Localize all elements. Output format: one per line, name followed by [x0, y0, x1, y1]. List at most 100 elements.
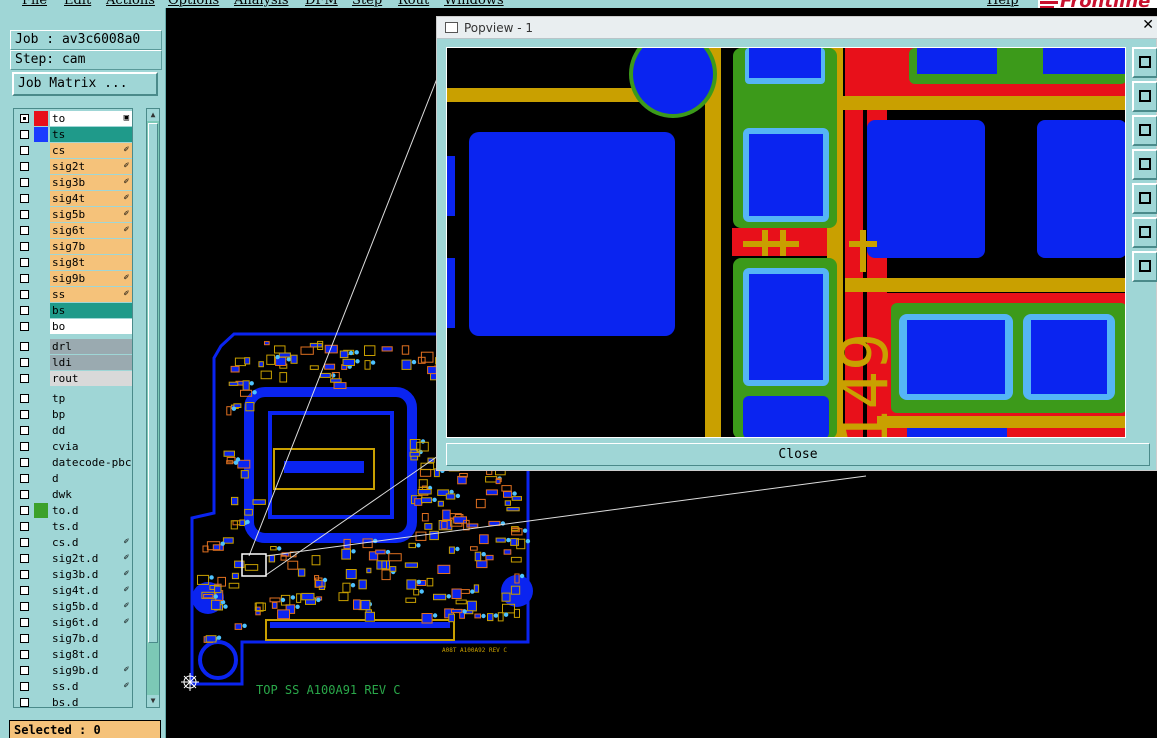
layer-checkbox[interactable] — [20, 130, 29, 139]
layer-row-drl[interactable]: drl — [16, 339, 132, 354]
layer-checkbox[interactable] — [20, 522, 29, 531]
layer-color-swatch[interactable] — [34, 535, 48, 550]
layer-row-ss[interactable]: ss ✐ — [16, 287, 132, 302]
layer-color-swatch[interactable] — [34, 615, 48, 630]
layer-row-sig4t[interactable]: sig4t ✐ — [16, 191, 132, 206]
layer-row-cs[interactable]: cs ✐ — [16, 143, 132, 158]
pan-up-icon[interactable] — [1132, 81, 1157, 112]
layer-color-swatch[interactable] — [34, 567, 48, 582]
layer-row-ts.d[interactable]: ts.d — [16, 519, 132, 534]
popview-zoom-view[interactable]: 149 — [446, 47, 1126, 438]
layer-row-sig3b.d[interactable]: sig3b.d ✐ — [16, 567, 132, 582]
layer-row-sig5b[interactable]: sig5b ✐ — [16, 207, 132, 222]
layer-color-swatch[interactable] — [34, 423, 48, 438]
layer-checkbox[interactable] — [20, 698, 29, 707]
layer-checkbox[interactable] — [20, 162, 29, 171]
layer-checkbox[interactable] — [20, 274, 29, 283]
layer-row-tp[interactable]: tp — [16, 391, 132, 406]
layer-color-swatch[interactable] — [34, 239, 48, 254]
layer-color-swatch[interactable] — [34, 551, 48, 566]
layer-color-swatch[interactable] — [34, 371, 48, 386]
layer-row-ldi[interactable]: ldi — [16, 355, 132, 370]
layer-row-bs.d[interactable]: bs.d — [16, 695, 132, 707]
layer-color-swatch[interactable] — [34, 303, 48, 318]
layer-row-sig3b[interactable]: sig3b ✐ — [16, 175, 132, 190]
layer-row-dwk[interactable]: dwk — [16, 487, 132, 502]
layer-row-dd[interactable]: dd — [16, 423, 132, 438]
layer-checkbox[interactable] — [20, 570, 29, 579]
layer-checkbox[interactable] — [20, 410, 29, 419]
layer-checkbox[interactable] — [20, 634, 29, 643]
layer-color-swatch[interactable] — [34, 339, 48, 354]
close-button[interactable]: Close — [446, 443, 1150, 466]
layer-checkbox[interactable] — [20, 666, 29, 675]
layer-checkbox[interactable] — [20, 194, 29, 203]
layer-row-ss.d[interactable]: ss.d ✐ — [16, 679, 132, 694]
scroll-thumb[interactable] — [148, 123, 158, 643]
layer-color-swatch[interactable] — [34, 695, 48, 707]
pan-down-icon[interactable] — [1132, 115, 1157, 146]
layer-row-cs.d[interactable]: cs.d ✐ — [16, 535, 132, 550]
menu-item-step[interactable]: Step — [352, 0, 382, 8]
layer-checkbox[interactable] — [20, 394, 29, 403]
layer-checkbox[interactable] — [20, 618, 29, 627]
layer-color-swatch[interactable] — [34, 319, 48, 334]
layer-checkbox[interactable] — [20, 458, 29, 467]
menu-item-dfm[interactable]: DFM — [305, 0, 338, 8]
layer-row-cvia[interactable]: cvia — [16, 439, 132, 454]
layer-checkbox[interactable] — [20, 114, 29, 123]
layer-row-d[interactable]: d — [16, 471, 132, 486]
layer-color-swatch[interactable] — [34, 519, 48, 534]
close-icon[interactable]: ✕ — [1142, 17, 1154, 33]
zoom-home-icon[interactable] — [1132, 47, 1157, 78]
layer-checkbox[interactable] — [20, 474, 29, 483]
layer-checkbox[interactable] — [20, 538, 29, 547]
layer-row-sig9b[interactable]: sig9b ✐ — [16, 271, 132, 286]
layer-row-rout[interactable]: rout — [16, 371, 132, 386]
layer-color-swatch[interactable] — [34, 127, 48, 142]
layer-checkbox[interactable] — [20, 554, 29, 563]
layer-color-swatch[interactable] — [34, 111, 48, 126]
layer-color-swatch[interactable] — [34, 503, 48, 518]
layer-checkbox[interactable] — [20, 506, 29, 515]
layer-color-swatch[interactable] — [34, 207, 48, 222]
layer-row-to[interactable]: to ▣ — [16, 111, 132, 126]
layer-row-bs[interactable]: bs — [16, 303, 132, 318]
layer-row-sig4t.d[interactable]: sig4t.d ✐ — [16, 583, 132, 598]
zoom-out-icon[interactable] — [1132, 217, 1157, 248]
layer-color-swatch[interactable] — [34, 631, 48, 646]
layer-row-sig8t.d[interactable]: sig8t.d — [16, 647, 132, 662]
pan-left-icon[interactable] — [1132, 149, 1157, 180]
layer-row-sig8t[interactable]: sig8t — [16, 255, 132, 270]
menu-item-actions[interactable]: Actions — [106, 0, 155, 8]
zoom-in-icon[interactable] — [1132, 251, 1157, 282]
layer-checkbox[interactable] — [20, 210, 29, 219]
menu-item-windows[interactable]: Windows — [444, 0, 504, 8]
layer-row-bp[interactable]: bp — [16, 407, 132, 422]
layer-color-swatch[interactable] — [34, 355, 48, 370]
layer-checkbox[interactable] — [20, 306, 29, 315]
layer-checkbox[interactable] — [20, 426, 29, 435]
layer-color-swatch[interactable] — [34, 175, 48, 190]
scroll-up-arrow-icon[interactable]: ▲ — [147, 109, 159, 121]
layer-color-swatch[interactable] — [34, 439, 48, 454]
layer-color-swatch[interactable] — [34, 191, 48, 206]
layer-color-swatch[interactable] — [34, 407, 48, 422]
layer-color-swatch[interactable] — [34, 647, 48, 662]
layer-checkbox[interactable] — [20, 290, 29, 299]
layer-checkbox[interactable] — [20, 586, 29, 595]
layer-color-swatch[interactable] — [34, 271, 48, 286]
layer-color-swatch[interactable] — [34, 391, 48, 406]
layer-row-sig9b.d[interactable]: sig9b.d ✐ — [16, 663, 132, 678]
layer-row-bo[interactable]: bo — [16, 319, 132, 334]
layer-checkbox[interactable] — [20, 490, 29, 499]
layer-row-sig7b.d[interactable]: sig7b.d — [16, 631, 132, 646]
layer-list-scrollbar[interactable]: ▲ ▼ — [146, 108, 160, 708]
layer-color-swatch[interactable] — [34, 663, 48, 678]
layer-checkbox[interactable] — [20, 650, 29, 659]
layer-checkbox[interactable] — [20, 358, 29, 367]
layer-row-sig6t[interactable]: sig6t ✐ — [16, 223, 132, 238]
layer-checkbox[interactable] — [20, 374, 29, 383]
layer-checkbox[interactable] — [20, 258, 29, 267]
layer-color-swatch[interactable] — [34, 455, 48, 470]
